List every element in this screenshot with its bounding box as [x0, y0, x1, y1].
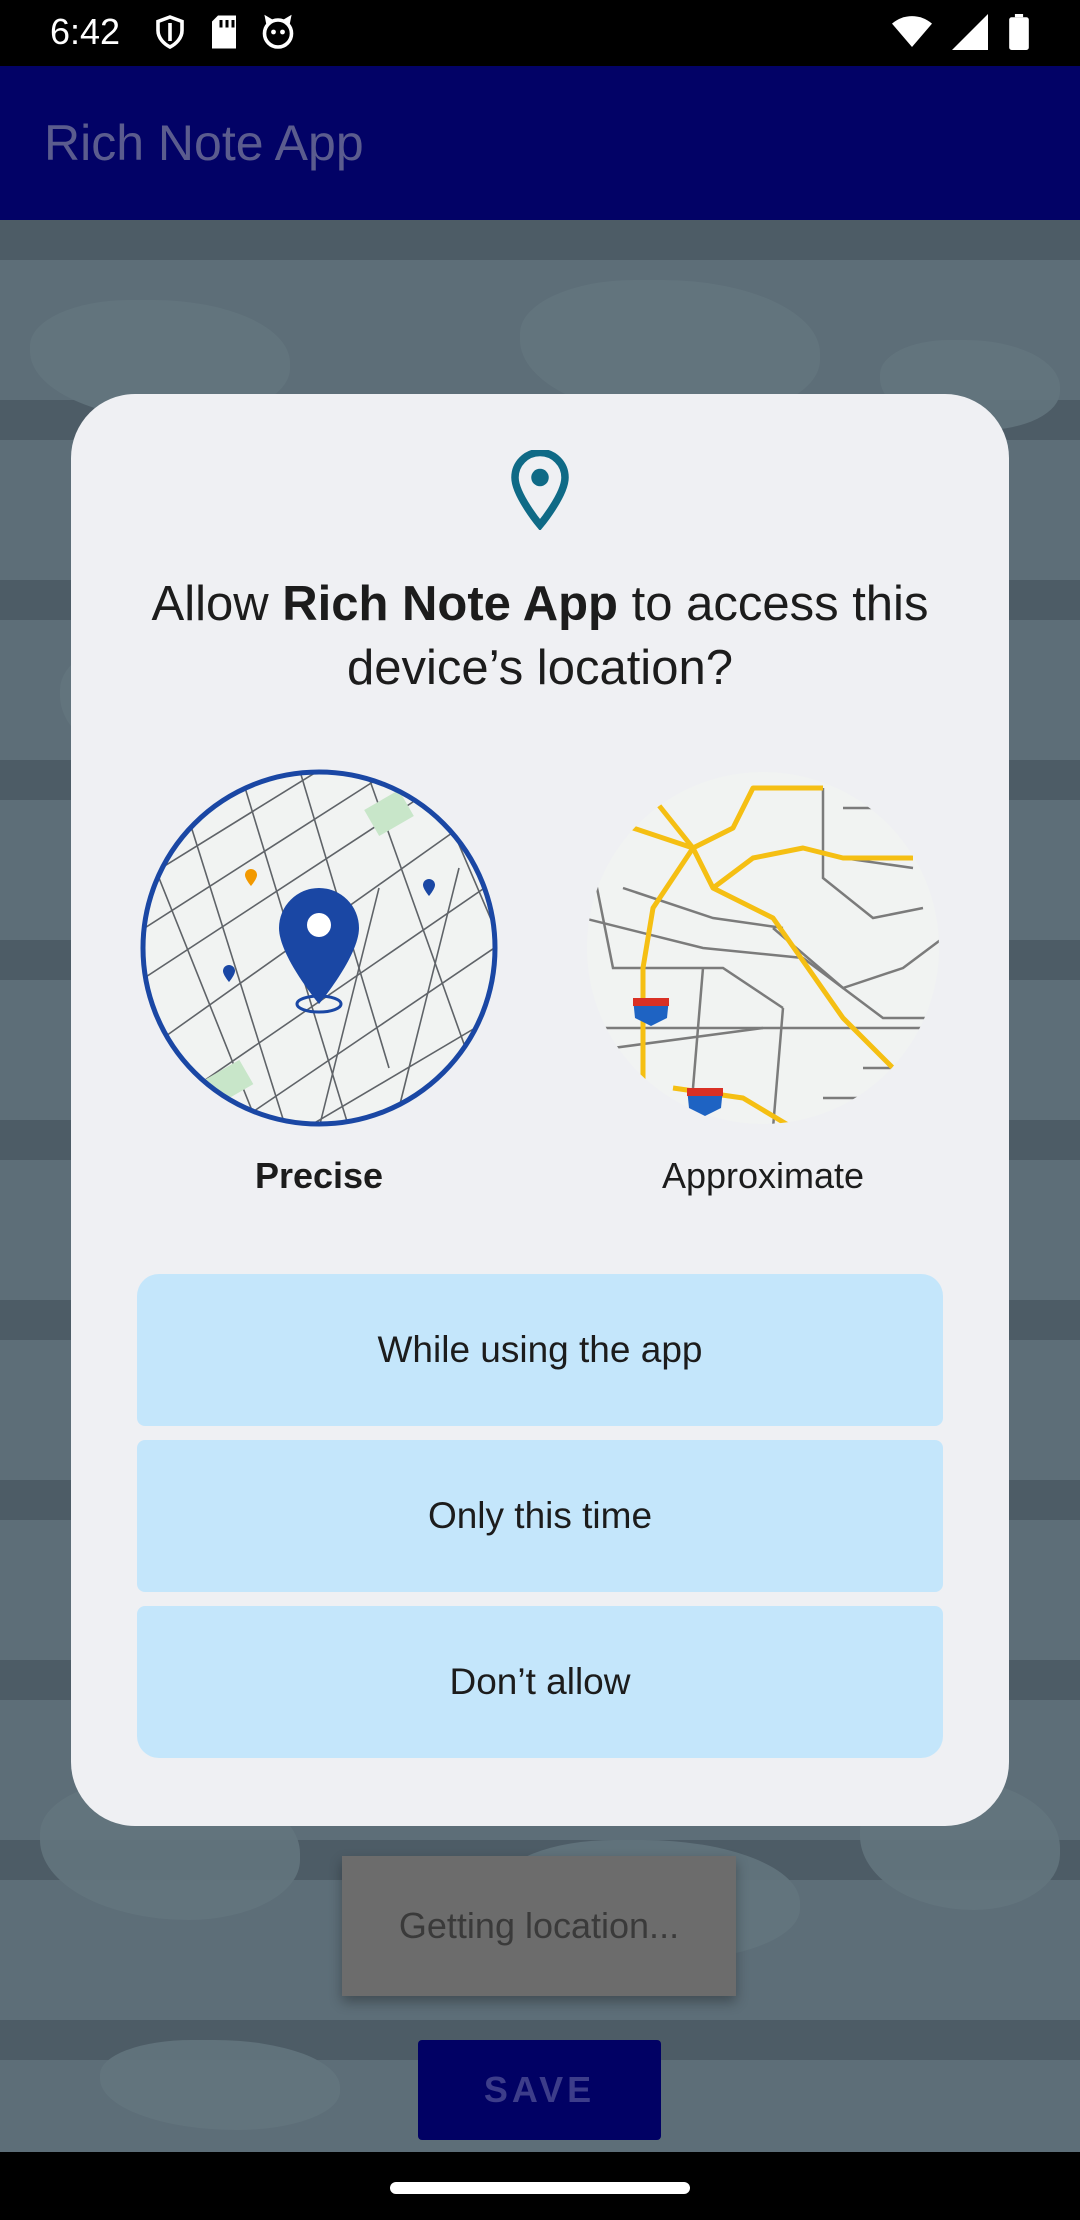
approximate-option[interactable]: Approximate [583, 768, 943, 1197]
signal-icon [952, 14, 988, 55]
sd-card-icon [208, 14, 240, 55]
status-time: 6:42 [50, 11, 121, 52]
dont-allow-button[interactable]: Don’t allow [137, 1606, 943, 1758]
while-using-app-button[interactable]: While using the app [137, 1274, 943, 1426]
shield-icon [152, 14, 188, 55]
dialog-title: Allow Rich Note App to access this devic… [111, 572, 969, 700]
precise-option[interactable]: Precise [139, 768, 499, 1197]
location-permission-dialog: Allow Rich Note App to access this devic… [71, 394, 1009, 1826]
only-this-time-button[interactable]: Only this time [137, 1440, 943, 1592]
status-bar: 6:42 [0, 0, 1080, 66]
app-bar: Rich Note App [0, 66, 1080, 220]
precise-map-icon [140, 769, 498, 1127]
approximate-label: Approximate [661, 1155, 865, 1196]
approximate-map-icon [587, 772, 939, 1124]
home-gesture-handle[interactable] [390, 2182, 690, 2194]
location-pin-icon [509, 448, 571, 535]
app-title: Rich Note App [44, 115, 364, 171]
title-app-name: Rich Note App [282, 577, 618, 631]
cat-icon [260, 14, 296, 55]
navigation-bar [0, 2152, 1080, 2220]
title-prefix: Allow [151, 577, 283, 631]
getting-location-button[interactable]: Getting location... [342, 1856, 736, 1996]
battery-icon [1008, 14, 1030, 55]
wifi-icon [892, 14, 932, 55]
save-button[interactable]: SAVE [418, 2040, 661, 2140]
precise-label: Precise [254, 1155, 384, 1196]
